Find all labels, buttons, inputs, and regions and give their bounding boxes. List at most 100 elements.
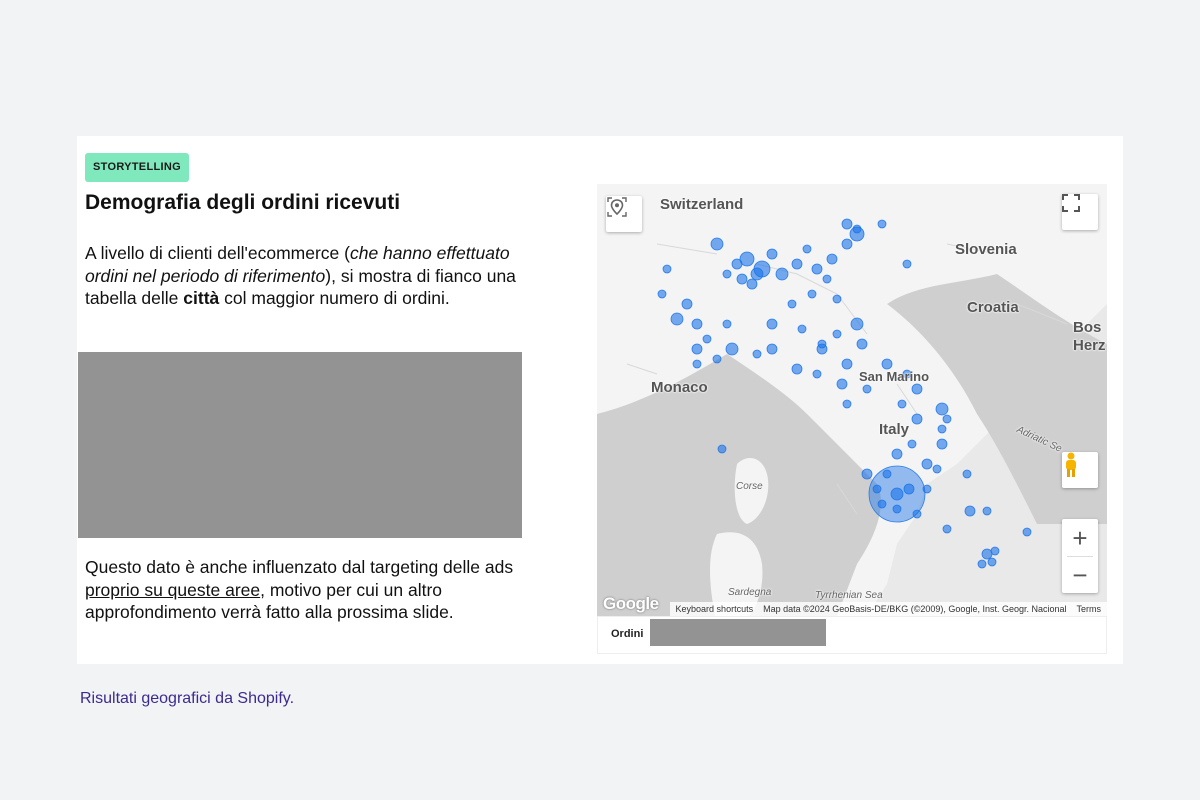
order-marker[interactable] [736,273,748,285]
order-marker[interactable] [739,251,755,267]
order-marker[interactable] [817,339,827,349]
zoom-in-button[interactable]: + [1072,520,1087,556]
order-marker[interactable] [990,546,1000,556]
order-marker[interactable] [987,557,997,567]
order-marker[interactable] [842,399,852,409]
order-marker[interactable] [1022,527,1032,537]
order-marker[interactable] [802,244,812,254]
page-title: Demografia degli ordini ricevuti [85,191,401,214]
order-marker[interactable] [766,343,778,355]
pegman-icon[interactable] [1062,452,1098,488]
label-croatia: Croatia [967,299,1019,316]
order-marker[interactable] [841,218,853,230]
order-marker[interactable] [691,318,703,330]
location-pin-icon[interactable] [606,196,642,232]
order-marker[interactable] [722,319,732,329]
legend-scale-redacted [650,619,826,646]
order-marker[interactable] [775,267,789,281]
order-marker[interactable] [841,238,853,250]
order-marker[interactable] [892,504,902,514]
order-marker[interactable] [826,253,838,265]
order-marker[interactable] [907,439,917,449]
order-marker[interactable] [921,458,933,470]
order-marker[interactable] [890,487,904,501]
order-marker[interactable] [856,338,868,350]
targeting-link[interactable]: proprio su queste aree [85,580,260,600]
order-marker[interactable] [962,469,972,479]
order-marker[interactable] [702,334,712,344]
order-marker[interactable] [832,329,842,339]
order-marker[interactable] [850,317,864,331]
order-marker[interactable] [691,343,703,355]
order-marker[interactable] [822,274,832,284]
order-marker[interactable] [692,359,702,369]
order-marker[interactable] [807,289,817,299]
map-attribution: Keyboard shortcuts Map data ©2024 GeoBas… [669,602,1107,616]
order-marker[interactable] [766,318,778,330]
order-marker[interactable] [657,289,667,299]
order-marker[interactable] [753,260,771,278]
order-marker[interactable] [852,224,862,234]
order-marker[interactable] [891,448,903,460]
caption: Risultati geografici da Shopify. [80,690,295,707]
order-marker[interactable] [861,468,873,480]
order-marker[interactable] [725,342,739,356]
order-marker[interactable] [877,219,887,229]
order-marker[interactable] [712,354,722,364]
order-marker[interactable] [902,259,912,269]
order-marker[interactable] [746,278,758,290]
order-marker[interactable] [832,294,842,304]
order-marker[interactable] [787,299,797,309]
order-marker[interactable] [662,264,672,274]
order-marker[interactable] [922,484,932,494]
google-logo: Google [603,594,659,613]
order-marker[interactable] [766,248,778,260]
order-marker[interactable] [912,509,922,519]
order-marker[interactable] [797,324,807,334]
order-marker[interactable] [841,358,853,370]
label-monaco: Monaco [651,379,708,396]
label-tyrrhenian: Tyrrhenian Sea [815,590,883,601]
order-marker[interactable] [981,548,993,560]
order-marker[interactable] [681,298,693,310]
order-marker[interactable] [881,358,893,370]
fullscreen-icon[interactable] [1062,194,1098,230]
order-marker[interactable] [670,312,684,326]
order-marker[interactable] [752,349,762,359]
outro-paragraph: Questo dato è anche influenzato dal targ… [85,557,514,622]
terms-link[interactable]: Terms [1077,604,1102,614]
legend-label: Ordini [611,628,644,640]
order-marker[interactable] [937,424,947,434]
order-marker[interactable] [717,444,727,454]
order-marker[interactable] [791,363,803,375]
order-marker[interactable] [911,413,923,425]
label-corse: Corse [736,481,763,492]
order-marker[interactable] [897,399,907,409]
order-marker[interactable] [862,384,872,394]
order-marker[interactable] [811,263,823,275]
order-marker[interactable] [791,258,803,270]
label-slovenia: Slovenia [955,241,1017,258]
order-marker[interactable] [936,438,948,450]
geo-map[interactable]: Switzerland Slovenia Croatia Bos Herz Mo… [597,184,1107,616]
order-marker[interactable] [877,499,887,509]
order-marker[interactable] [964,505,976,517]
order-marker[interactable] [977,559,987,569]
order-marker[interactable] [903,483,915,495]
map-data-text: Map data ©2024 GeoBasis-DE/BKG (©2009), … [763,604,1067,614]
order-marker[interactable] [942,524,952,534]
order-marker[interactable] [932,464,942,474]
zoom-out-button[interactable]: − [1072,557,1087,593]
order-marker[interactable] [710,237,724,251]
storytelling-badge: STORYTELLING [85,153,189,182]
intro-paragraph: A livello di clienti dell'ecommerce (che… [85,243,516,308]
order-marker[interactable] [935,402,949,416]
order-marker[interactable] [722,269,732,279]
order-marker[interactable] [982,506,992,516]
order-marker[interactable] [812,369,822,379]
map-legend: Ordini [597,616,1107,654]
order-marker[interactable] [911,383,923,395]
order-marker[interactable] [942,414,952,424]
keyboard-shortcuts-link[interactable]: Keyboard shortcuts [676,604,754,614]
order-marker[interactable] [836,378,848,390]
